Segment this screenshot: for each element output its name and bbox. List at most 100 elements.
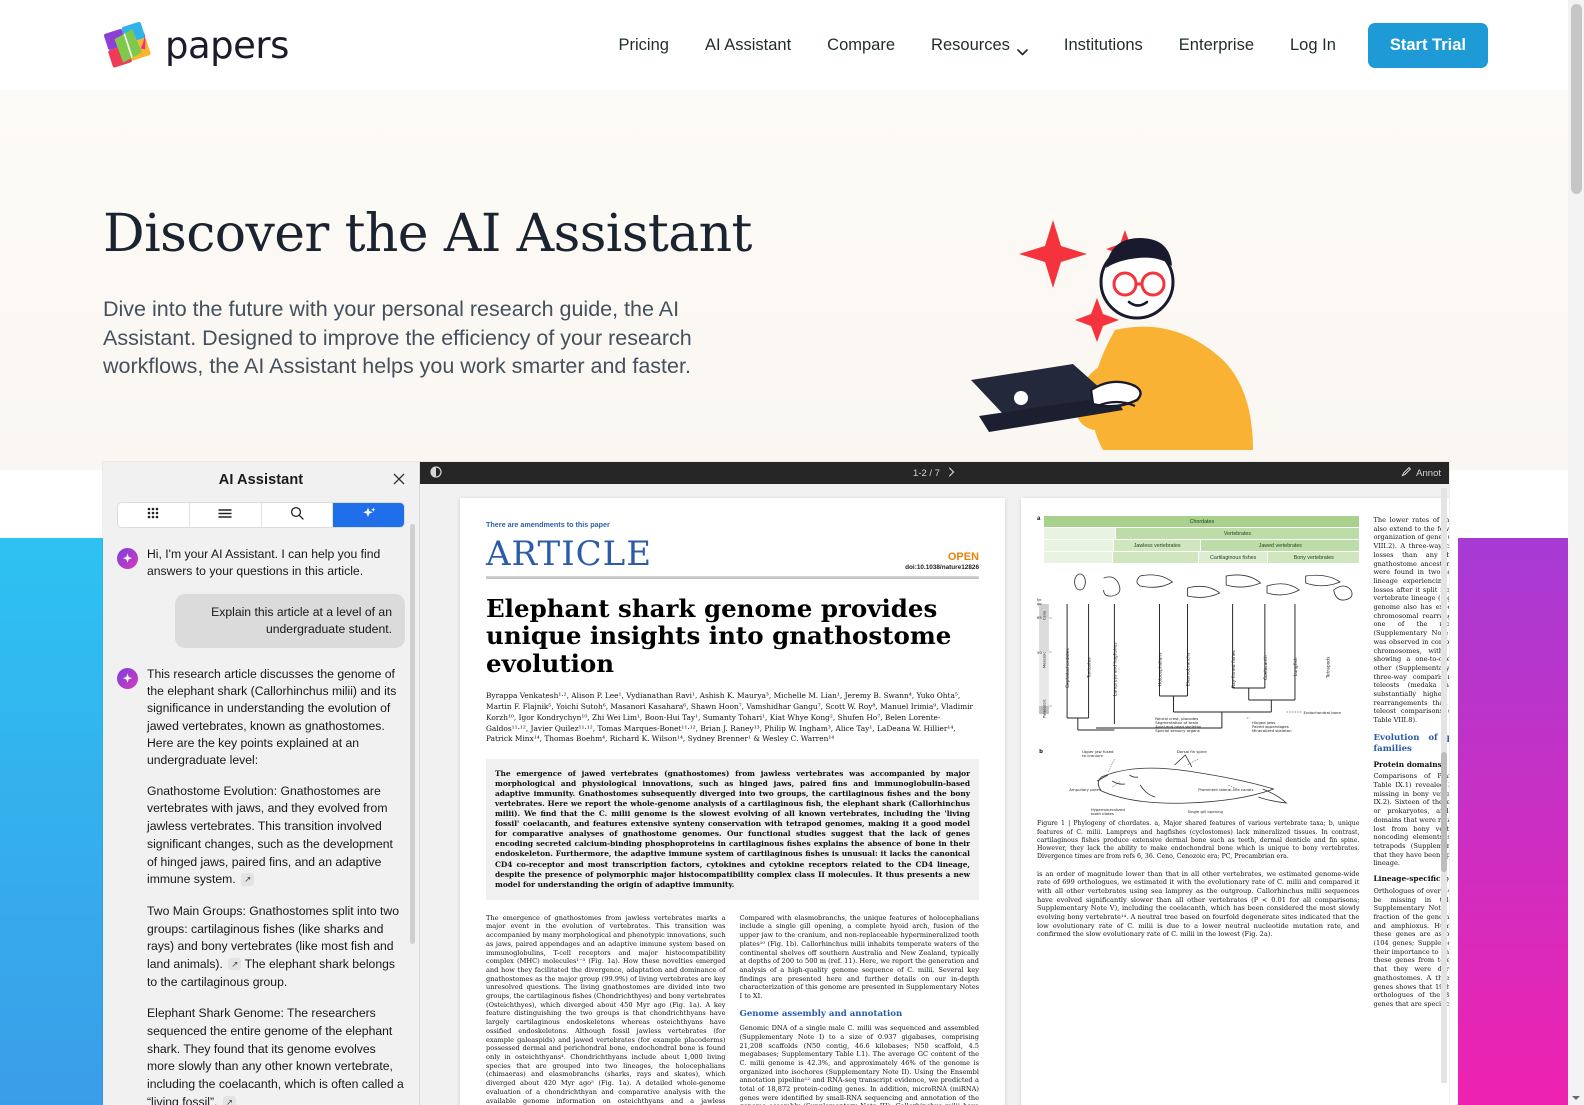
nav-link-log-in[interactable]: Log In (1272, 36, 1354, 55)
tab-grid-dots[interactable] (118, 503, 190, 527)
pdf-page-2[interactable]: a Chordates Vertebrates Jawless vertebra… (1021, 498, 1449, 1105)
svg-text:Special sensory organs: Special sensory organs (1155, 729, 1200, 733)
search-icon (290, 506, 304, 525)
tab-outline-list[interactable] (189, 503, 262, 527)
nav-link-resources[interactable]: Resources (913, 36, 1046, 55)
assistant-point: Two Main Groups: Gnathostomes split into… (117, 903, 405, 991)
page2-columns: a Chordates Vertebrates Jawless vertebra… (1035, 516, 1449, 1015)
divider (486, 576, 979, 579)
article-abstract: The emergence of jawed vertebrates (gnat… (486, 758, 979, 900)
subsection-heading-protein-domains: Protein domains (1373, 759, 1442, 769)
close-icon[interactable] (391, 471, 407, 487)
svg-text:Lampreys and hagfishes: Lampreys and hagfishes (1112, 642, 1118, 696)
papers-logo[interactable]: papers (103, 21, 289, 68)
nav-link-compare[interactable]: Compare (809, 36, 913, 55)
tab-ai-sparkle[interactable] (333, 503, 404, 527)
section-heading-genome-assembly: Genome assembly and annotation (739, 1008, 903, 1019)
pdf-page-navigation: 1-2 / 7 (913, 466, 956, 480)
citation-link-icon[interactable]: ↗ (241, 873, 255, 886)
pen-icon[interactable] (1401, 466, 1412, 480)
pdf-toolbar: 1-2 / 7 Annot (420, 462, 1449, 484)
nav-link-ai-assistant-label: AI Assistant (704, 35, 792, 54)
pdf-reader: 1-2 / 7 Annot There are amendments to th… (420, 462, 1449, 1105)
taxonomy-row: Vertebrates (1044, 528, 1360, 540)
svg-text:Ampullary pores: Ampullary pores (1069, 788, 1101, 792)
citation-link-icon[interactable]: ↗ (228, 957, 242, 971)
nav-link-pricing[interactable]: Pricing (601, 36, 687, 55)
assistant-point: Elephant Shark Genome: The researchers s… (117, 1005, 405, 1105)
nav-link-enterprise[interactable]: Enterprise (1161, 36, 1272, 55)
article-column-right: Compared with elasmobranchs, the unique … (740, 914, 980, 1105)
article-paragraph: The emergence of gnathostomes from jawle… (486, 913, 726, 1105)
svg-text:Mineralized skeleton: Mineralized skeleton (1252, 729, 1292, 733)
assistant-message-text: This research article discusses the geno… (147, 666, 397, 768)
svg-text:Ceno: Ceno (1042, 610, 1046, 620)
annotate-button-label[interactable]: Annot (1416, 468, 1441, 479)
svg-text:65: 65 (1037, 616, 1042, 620)
assistant-avatar-sparkle-icon (117, 667, 138, 689)
svg-text:Coelacanth: Coelacanth (1263, 656, 1269, 681)
user-message-bubble: Explain this article at a level of an un… (175, 593, 405, 648)
window-scrollbar-thumb[interactable] (1571, 4, 1582, 194)
svg-text:Holocephalians: Holocephalians (1158, 652, 1164, 686)
chevron-right-icon[interactable] (948, 466, 956, 480)
article-kicker: ARTICLE (486, 534, 653, 574)
list-lines-icon (217, 506, 233, 524)
nav-link-pricing-label: Pricing (618, 35, 669, 54)
page2-right-column: The lower rates of molecular evolution o… (1373, 516, 1449, 1015)
article-column-left: The emergence of gnathostomes from jawle… (486, 914, 726, 1105)
decorative-gradient-right (1458, 538, 1568, 1105)
svg-text:Cephalochordates: Cephalochordates (1065, 648, 1071, 688)
pdf-page-1[interactable]: There are amendments to this paper ARTIC… (460, 498, 1005, 1105)
nav-links-group: Pricing AI Assistant Compare Resources I… (601, 22, 1568, 68)
nav-link-institutions-label: Institutions (1063, 35, 1143, 54)
tab-search[interactable] (261, 503, 334, 527)
ai-assistant-conversation: Hi, I'm your AI Assistant. I can help yo… (103, 528, 419, 1105)
open-access-badge: OPEN (947, 551, 979, 563)
assistant-message: Hi, I'm your AI Assistant. I can help yo… (117, 546, 405, 581)
scroll-down-arrow-icon[interactable] (1571, 1090, 1581, 1100)
ai-assistant-title: AI Assistant (218, 472, 304, 488)
svg-text:Tunicates: Tunicates (1087, 657, 1093, 679)
assistant-point: Gnathostome Evolution: Gnathostomes are … (117, 783, 405, 889)
assistant-message-text: Hi, I'm your AI Assistant. I can help yo… (147, 547, 381, 579)
article-paragraph: Compared with elasmobranchs, the unique … (739, 913, 980, 1001)
nav-link-institutions[interactable]: Institutions (1046, 36, 1161, 55)
sparkle-icon (362, 506, 376, 525)
page-indicator: 1-2 / 7 (913, 467, 940, 479)
assistant-point-text: Gnathostome Evolution: Gnathostomes are … (147, 783, 393, 887)
start-trial-button[interactable]: Start Trial (1367, 22, 1488, 68)
article-title: Elephant shark genome provides unique in… (486, 594, 952, 678)
page2-paragraph: The lower rates of molecular evolution o… (1373, 516, 1449, 725)
page2-paragraph: Comparisons of Pfam domains (Supplementa… (1373, 772, 1449, 868)
svg-text:Tetrapods: Tetrapods (1325, 656, 1331, 679)
nav-link-enterprise-label: Enterprise (1178, 35, 1254, 54)
section-heading-protein-coding: Evolution of protein-coding gene familie… (1373, 732, 1449, 755)
page2-paragraph: Orthologues of over 34 C. milii genes we… (1373, 886, 1449, 1008)
phylogenetic-tree: Cephalochordates Tunicates Lampreys and … (1035, 568, 1359, 743)
article-authors: Byrappa Venkatesh¹·², Alison P. Lee¹, Vy… (486, 691, 974, 744)
taxonomy-cell: Bony vertebrates (1268, 552, 1360, 564)
contrast-icon[interactable] (430, 465, 442, 481)
taxonomy-row: Chordates (1044, 516, 1360, 528)
pdf-scrollbar-thumb[interactable] (1441, 752, 1447, 872)
nav-link-ai-assistant[interactable]: AI Assistant (687, 36, 809, 55)
ai-assistant-header: AI Assistant (103, 462, 419, 498)
svg-text:Palaeozoic: Palaeozoic (1042, 699, 1046, 718)
ai-panel-scrollbar[interactable] (410, 524, 415, 944)
assistant-point-text: Elephant Shark Genome: The researchers s… (147, 1006, 404, 1105)
svg-text:250: 250 (1037, 651, 1042, 655)
pdf-toolbar-right: Annot (1401, 466, 1449, 480)
assistant-avatar-sparkle-icon (117, 548, 138, 569)
ai-assistant-tabs (117, 502, 405, 528)
citation-link-icon[interactable]: ↗ (222, 1095, 236, 1105)
nav-link-resources-label: Resources (931, 35, 1010, 54)
figure-column: a Chordates Vertebrates Jawless vertebra… (1035, 516, 1360, 1015)
page2-paragraph: is an order of magnitude lower than that… (1037, 869, 1360, 939)
ai-assistant-panel: AI Assistant Hi, I'm your AI Assistant. … (103, 462, 420, 1105)
taxonomy-cell: Cartilaginous fishes (1199, 552, 1268, 564)
figure-panel-b: b Upper jaw fused to cranium Dorsal fin … (1037, 745, 1359, 816)
taxonomy-table: Chordates Vertebrates Jawless vertebrate… (1044, 516, 1360, 564)
taxonomy-row: Cartilaginous fishes Bony vertebrates (1044, 552, 1360, 564)
svg-text:b: b (1039, 749, 1043, 755)
